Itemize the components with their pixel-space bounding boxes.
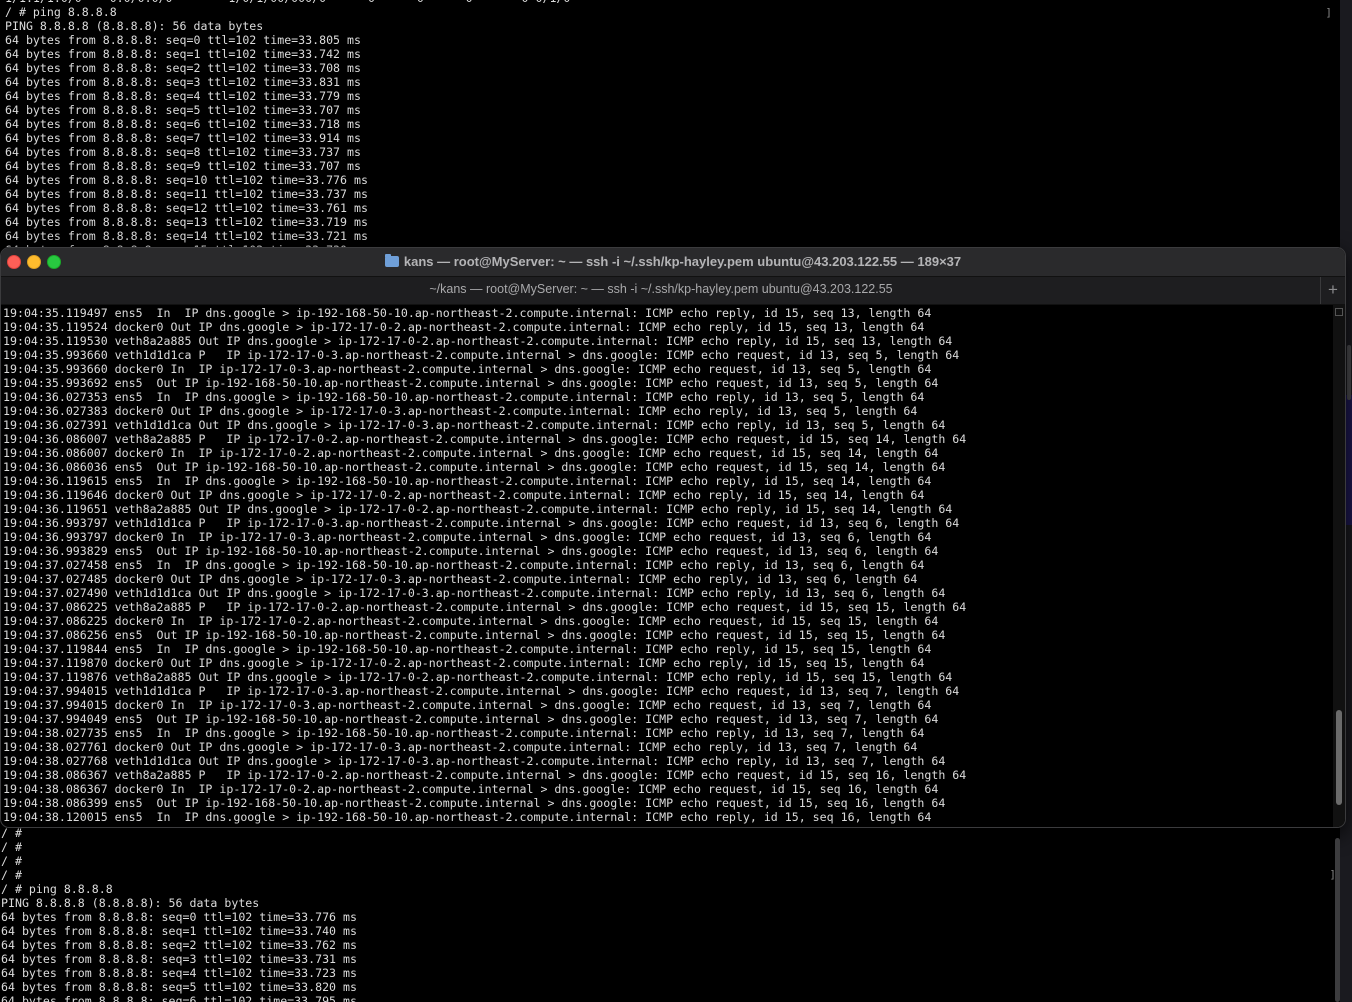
terminal-line: 19:04:38.120015 ens5 In IP dns.google > … (3, 810, 932, 824)
scrollbar[interactable] (1333, 305, 1345, 827)
terminal-line: 19:04:36.086007 docker0 In IP ip-172-17-… (3, 446, 939, 460)
terminal-line: 19:04:37.086225 docker0 In IP ip-172-17-… (3, 614, 939, 628)
terminal-line: / # (1, 854, 22, 868)
terminal-line: 19:04:35.119530 veth8a2a885 Out IP dns.g… (3, 334, 953, 348)
terminal-line: 64 bytes from 8.8.8.8: seq=2 ttl=102 tim… (1, 938, 357, 952)
scroll-thumb[interactable] (1336, 710, 1342, 805)
background-terminal-top[interactable]: 1/1.1/1.0/0 0.0/0.0/0 1/0/1/00/000/0 0 0… (0, 0, 1340, 247)
terminal-line: 64 bytes from 8.8.8.8: seq=3 ttl=102 tim… (1, 952, 357, 966)
terminal-output: 19:04:35.119497 ens5 In IP dns.google > … (3, 306, 966, 824)
terminal-line: 19:04:36.119646 docker0 Out IP dns.googl… (3, 488, 925, 502)
terminal-line: 64 bytes from 8.8.8.8: seq=11 ttl=102 ti… (5, 187, 368, 201)
terminal-line: / # ping 8.8.8.8 (1, 882, 113, 896)
terminal-line: PING 8.8.8.8 (8.8.8.8): 56 data bytes (5, 19, 264, 33)
terminal-output: 1/1.1/1.0/0 0.0/0.0/0 1/0/1/00/000/0 0 0… (5, 0, 570, 247)
terminal-line: 64 bytes from 8.8.8.8: seq=0 ttl=102 tim… (5, 33, 361, 47)
terminal-line: 64 bytes from 8.8.8.8: seq=6 ttl=102 tim… (1, 994, 357, 1002)
scroll-thumb[interactable] (1335, 838, 1340, 1002)
terminal-line: 64 bytes from 8.8.8.8: seq=12 ttl=102 ti… (5, 201, 368, 215)
terminal-line: / # (1, 840, 22, 854)
terminal-line: 64 bytes from 8.8.8.8: seq=6 ttl=102 tim… (5, 117, 361, 131)
terminal-line: 64 bytes from 8.8.8.8: seq=9 ttl=102 tim… (5, 159, 361, 173)
terminal-line: 19:04:37.027490 veth1d1d1ca Out IP dns.g… (3, 586, 946, 600)
terminal-line: 19:04:38.086367 veth8a2a885 P IP ip-172-… (3, 768, 967, 782)
terminal-output: / # / # / # / # / # ping 8.8.8.8 PING 8.8.8.8… (1, 828, 357, 1002)
terminal-line: 19:04:37.119876 veth8a2a885 Out IP dns.g… (3, 670, 953, 684)
terminal-line: 19:04:37.027485 docker0 Out IP dns.googl… (3, 572, 918, 586)
terminal-line: 64 bytes from 8.8.8.8: seq=7 ttl=102 tim… (5, 131, 361, 145)
terminal-line: 19:04:37.119870 docker0 Out IP dns.googl… (3, 656, 925, 670)
terminal-line: 19:04:35.993660 docker0 In IP ip-172-17-… (3, 362, 932, 376)
terminal-line: 19:04:36.086036 ens5 Out IP ip-192-168-5… (3, 460, 946, 474)
terminal-line: 19:04:35.993660 veth1d1d1ca P IP ip-172-… (3, 348, 960, 362)
terminal-line: 64 bytes from 8.8.8.8: seq=13 ttl=102 ti… (5, 215, 368, 229)
terminal-line: 64 bytes from 8.8.8.8: seq=5 ttl=102 tim… (1, 980, 357, 994)
terminal-line: 64 bytes from 8.8.8.8: seq=3 ttl=102 tim… (5, 75, 361, 89)
terminal-line: 64 bytes from 8.8.8.8: seq=1 ttl=102 tim… (1, 924, 357, 938)
edge-scroll-thumb[interactable] (1347, 345, 1351, 400)
terminal-line: 19:04:38.086399 ens5 Out IP ip-192-168-5… (3, 796, 946, 810)
terminal-line: 19:04:36.027391 veth1d1d1ca Out IP dns.g… (3, 418, 946, 432)
terminal-line: 64 bytes from 8.8.8.8: seq=10 ttl=102 ti… (5, 173, 368, 187)
terminal-line: / # ping 8.8.8.8 (5, 5, 117, 19)
terminal-line: 64 bytes from 8.8.8.8: seq=0 ttl=102 tim… (1, 910, 357, 924)
new-tab-button[interactable]: + (1320, 277, 1345, 304)
terminal-line: 19:04:38.027768 veth1d1d1ca Out IP dns.g… (3, 754, 946, 768)
terminal-line: 19:04:38.027735 ens5 In IP dns.google > … (3, 726, 925, 740)
terminal-line: / # (1, 868, 22, 882)
terminal-line: 19:04:36.993797 veth1d1d1ca P IP ip-172-… (3, 516, 960, 530)
terminal-line: 64 bytes from 8.8.8.8: seq=2 ttl=102 tim… (5, 61, 361, 75)
scroll-marker: ] (1325, 6, 1332, 19)
terminal-line: 64 bytes from 8.8.8.8: seq=8 ttl=102 tim… (5, 145, 361, 159)
terminal-line: 19:04:38.086367 docker0 In IP ip-172-17-… (3, 782, 939, 796)
window-edge-accent (1346, 395, 1352, 525)
terminal-content[interactable]: 19:04:35.119497 ens5 In IP dns.google > … (1, 305, 1333, 827)
terminal-line: 64 bytes from 8.8.8.8: seq=14 ttl=102 ti… (5, 229, 368, 243)
terminal-window[interactable]: kans — root@MyServer: ~ — ssh -i ~/.ssh/… (0, 247, 1346, 828)
scrollbar[interactable] (1334, 838, 1342, 1002)
terminal-line: 19:04:35.993692 ens5 Out IP ip-192-168-5… (3, 376, 939, 390)
terminal-line: 19:04:36.119651 veth8a2a885 Out IP dns.g… (3, 502, 953, 516)
folder-icon (384, 254, 399, 267)
terminal-line: 64 bytes from 8.8.8.8: seq=5 ttl=102 tim… (5, 103, 361, 117)
terminal-line: 19:04:36.993797 docker0 In IP ip-172-17-… (3, 530, 932, 544)
terminal-line: 64 bytes from 8.8.8.8: seq=1 ttl=102 tim… (5, 47, 361, 61)
window-title: kans — root@MyServer: ~ — ssh -i ~/.ssh/… (403, 254, 962, 269)
terminal-line: 19:04:35.119524 docker0 Out IP dns.googl… (3, 320, 925, 334)
terminal-line: 19:04:36.086007 veth8a2a885 P IP ip-172-… (3, 432, 967, 446)
terminal-line: 19:04:38.027761 docker0 Out IP dns.googl… (3, 740, 918, 754)
window-titlebar[interactable]: kans — root@MyServer: ~ — ssh -i ~/.ssh/… (1, 248, 1345, 276)
terminal-line: 19:04:37.994015 docker0 In IP ip-172-17-… (3, 698, 932, 712)
terminal-line: 19:04:37.086256 ens5 Out IP ip-192-168-5… (3, 628, 946, 642)
terminal-line: 19:04:37.086225 veth8a2a885 P IP ip-172-… (3, 600, 967, 614)
tab-bar: ~/kans — root@MyServer: ~ — ssh -i ~/.ss… (1, 276, 1345, 305)
terminal-line: PING 8.8.8.8 (8.8.8.8): 56 data bytes (1, 896, 260, 910)
terminal-line: 19:04:36.993829 ens5 Out IP ip-192-168-5… (3, 544, 939, 558)
background-terminal-bottom[interactable]: / # / # / # / # / # ping 8.8.8.8 PING 8.8.8.8… (0, 828, 1340, 1002)
terminal-line: 19:04:36.027353 ens5 In IP dns.google > … (3, 390, 925, 404)
terminal-line: 19:04:35.119497 ens5 In IP dns.google > … (3, 306, 932, 320)
window-title-wrap: kans — root@MyServer: ~ — ssh -i ~/.ssh/… (1, 254, 1345, 269)
tab-title[interactable]: ~/kans — root@MyServer: ~ — ssh -i ~/.ss… (1, 282, 1321, 296)
terminal-line: 19:04:37.994015 veth1d1d1ca P IP ip-172-… (3, 684, 960, 698)
terminal-line: / # (1, 828, 22, 840)
terminal-line: 19:04:36.027383 docker0 Out IP dns.googl… (3, 404, 918, 418)
terminal-line: 64 bytes from 8.8.8.8: seq=4 ttl=102 tim… (5, 89, 361, 103)
terminal-line: 19:04:36.119615 ens5 In IP dns.google > … (3, 474, 932, 488)
terminal-line: 64 bytes from 8.8.8.8: seq=4 ttl=102 tim… (1, 966, 357, 980)
terminal-line: 19:04:37.994049 ens5 Out IP ip-192-168-5… (3, 712, 939, 726)
terminal-line: 19:04:37.119844 ens5 In IP dns.google > … (3, 642, 932, 656)
scroll-marker (1335, 308, 1343, 316)
terminal-line: 19:04:37.027458 ens5 In IP dns.google > … (3, 558, 925, 572)
